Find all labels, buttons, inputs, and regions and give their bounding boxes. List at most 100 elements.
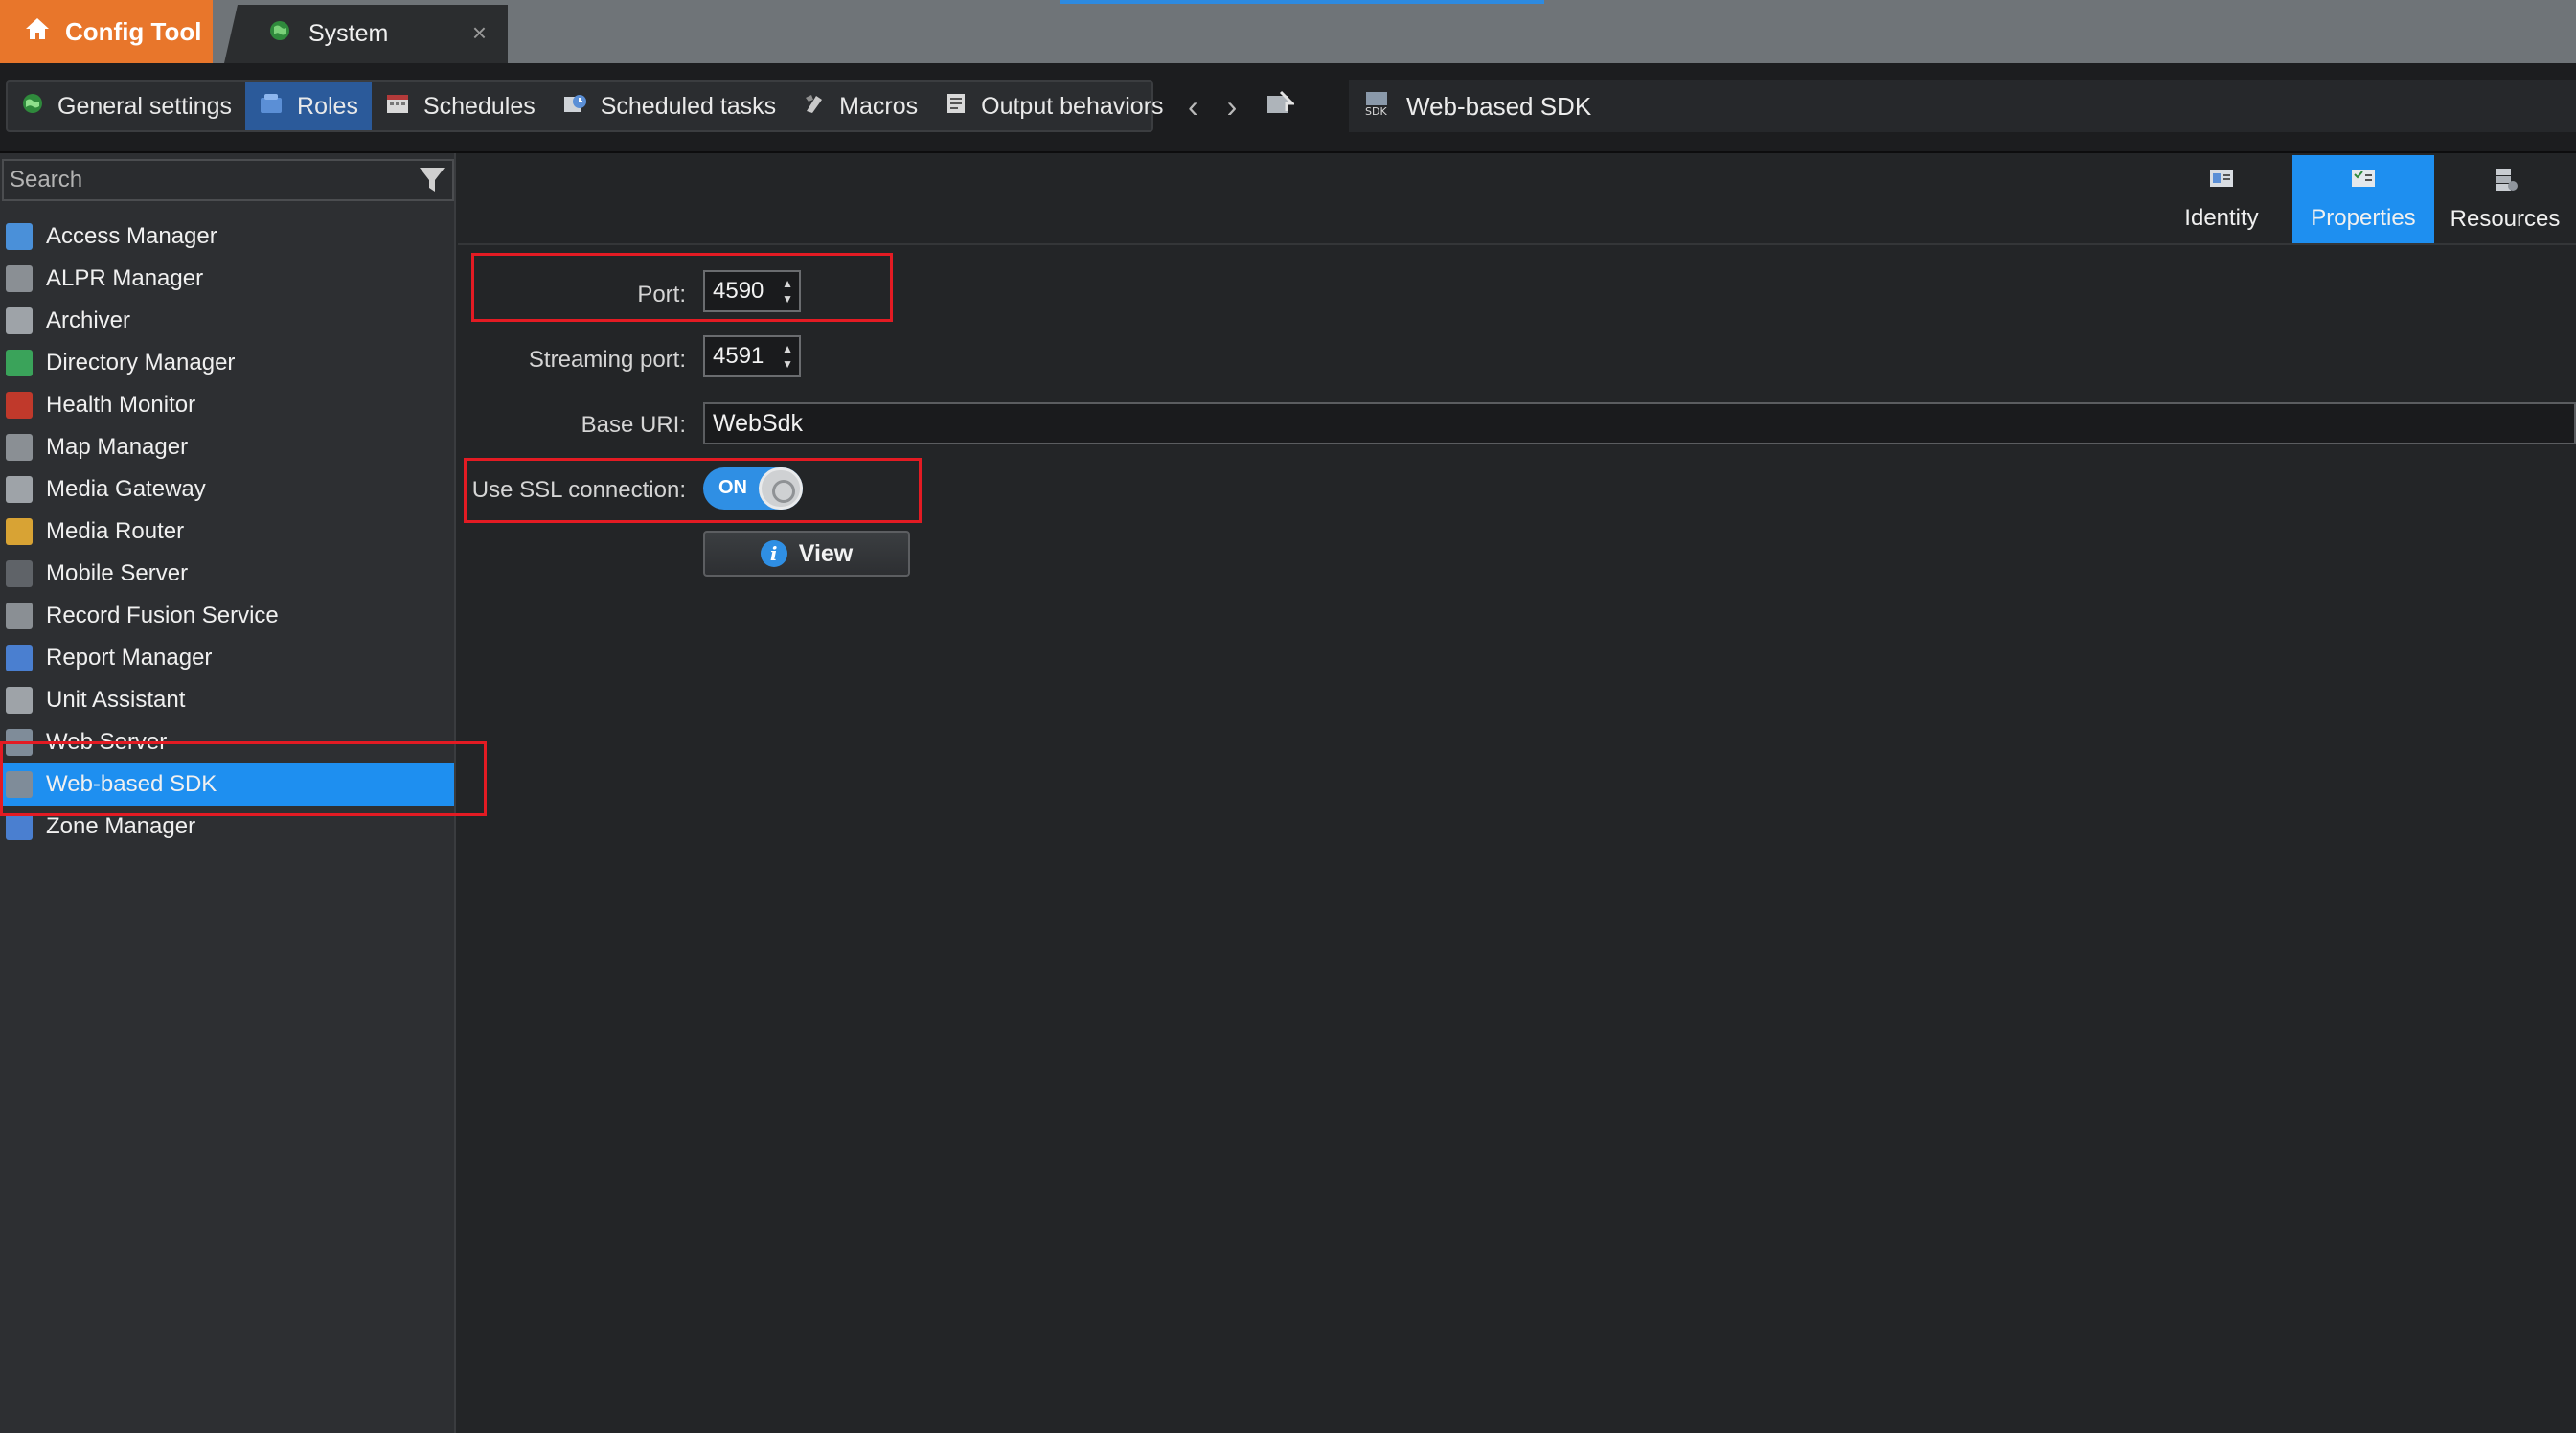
window-tab-strip: Config Tool System × <box>0 0 2576 63</box>
task-general-settings[interactable]: General settings <box>8 82 245 130</box>
view-button[interactable]: i View <box>703 531 910 577</box>
router-icon <box>6 518 33 545</box>
sdk-item-highlight-box <box>0 741 487 816</box>
properties-icon <box>2350 168 2377 197</box>
sidebar-item-report-manager[interactable]: Report Manager <box>0 637 456 679</box>
sidebar-item-access-manager[interactable]: Access Manager <box>0 216 456 258</box>
sidebar-item-label: Directory Manager <box>46 350 236 375</box>
tab-accent-bar <box>1060 0 1544 4</box>
map-icon <box>6 434 33 461</box>
sidebar-item-label: Health Monitor <box>46 392 196 418</box>
streaming-port-label: Streaming port: <box>528 347 686 373</box>
search-placeholder: Search <box>10 167 83 193</box>
report-icon <box>6 645 33 671</box>
mobile-icon <box>6 560 33 587</box>
fusion-icon <box>6 603 33 629</box>
port-highlight-box <box>471 253 893 322</box>
sidebar-item-map-manager[interactable]: Map Manager <box>0 426 456 468</box>
task-roles[interactable]: Roles <box>245 82 372 130</box>
tab-label: Properties <box>2311 204 2416 231</box>
navigation-arrows: ‹ › <box>1188 88 1296 125</box>
streaming-port-value: 4591 <box>713 343 764 369</box>
globe-icon <box>21 92 44 122</box>
sidebar-item-alpr-manager[interactable]: ALPR Manager <box>0 258 456 300</box>
info-icon: i <box>760 540 787 567</box>
access-manager-icon <box>6 223 33 250</box>
sidebar-item-directory-manager[interactable]: Directory Manager <box>0 342 456 384</box>
macro-icon <box>803 92 826 122</box>
sidebar-item-label: Report Manager <box>46 645 213 671</box>
sidebar-item-label: Unit Assistant <box>46 687 186 713</box>
sidebar-item-mobile-server[interactable]: Mobile Server <box>0 553 456 595</box>
view-button-label: View <box>798 539 854 567</box>
task-macros[interactable]: Macros <box>789 82 931 130</box>
base-uri-field[interactable]: WebSdk <box>703 402 2576 444</box>
search-input[interactable]: Search <box>2 159 454 201</box>
task-label: Roles <box>297 92 358 120</box>
sidebar-item-health-monitor[interactable]: Health Monitor <box>0 384 456 426</box>
tab-properties[interactable]: Properties <box>2292 155 2434 243</box>
page-tabs: Identity Properties Resources <box>2151 155 2576 243</box>
tab-resources[interactable]: Resources <box>2434 155 2576 243</box>
sidebar-item-label: Media Gateway <box>46 476 206 502</box>
streaming-port-stepper[interactable]: 4591 ▲ ▼ <box>703 335 801 377</box>
sidebar-item-label: Archiver <box>46 307 131 333</box>
ssl-highlight-box <box>464 458 922 523</box>
panel-divider <box>458 243 2576 245</box>
task-label: General settings <box>57 92 233 120</box>
sidebar-item-label: Record Fusion Service <box>46 603 279 628</box>
sidebar-item-label: Map Manager <box>46 434 189 460</box>
task-label: Scheduled tasks <box>600 92 777 120</box>
sidebar-item-record-fusion-service[interactable]: Record Fusion Service <box>0 595 456 637</box>
sidebar-item-archiver[interactable]: Archiver <box>0 300 456 342</box>
sidebar-item-unit-assistant[interactable]: Unit Assistant <box>0 679 456 721</box>
task-label: Output behaviors <box>981 92 1164 120</box>
forward-arrow-icon[interactable]: › <box>1227 88 1238 125</box>
task-label: Schedules <box>422 92 536 120</box>
task-schedules[interactable]: Schedules <box>372 82 549 130</box>
task-scheduled-tasks[interactable]: Scheduled tasks <box>549 82 789 130</box>
sidebar-item-label: Mobile Server <box>46 560 189 586</box>
resources-icon <box>2492 167 2519 198</box>
zone-icon <box>6 813 33 840</box>
alpr-icon <box>6 265 33 292</box>
svg-text:SDK: SDK <box>1365 105 1387 117</box>
identity-icon <box>2208 168 2235 197</box>
properties-panel: Identity Properties Resources Port: 4590… <box>458 153 2576 1433</box>
config-tool-tab[interactable]: Config Tool <box>0 0 213 63</box>
sidebar-item-label: Access Manager <box>46 223 217 249</box>
breadcrumb: SDK Web-based SDK <box>1349 80 2576 132</box>
task-output-behaviors[interactable]: Output behaviors <box>931 82 1176 130</box>
breadcrumb-label: Web-based SDK <box>1406 91 1592 121</box>
pin-icon[interactable] <box>1265 88 1296 125</box>
clock-task-icon <box>562 92 587 122</box>
globe-icon <box>268 19 291 49</box>
sidebar-item-media-router[interactable]: Media Router <box>0 511 456 553</box>
home-icon <box>25 17 50 47</box>
directory-icon <box>6 350 33 376</box>
sidebar-item-label: Zone Manager <box>46 813 196 839</box>
stepper-arrows-icon[interactable]: ▲ ▼ <box>782 341 793 372</box>
health-icon <box>6 392 33 419</box>
base-uri-value: WebSdk <box>713 409 804 437</box>
tab-label: Identity <box>2184 204 2259 231</box>
gateway-icon <box>6 476 33 503</box>
calendar-icon <box>385 92 410 122</box>
sdk-icon: SDK <box>1362 90 1391 124</box>
sidebar-item-label: ALPR Manager <box>46 265 204 291</box>
tab-label: Resources <box>2450 205 2561 232</box>
back-arrow-icon[interactable]: ‹ <box>1188 88 1198 125</box>
tab-identity[interactable]: Identity <box>2151 155 2292 243</box>
system-tab[interactable]: System × <box>224 5 508 63</box>
sidebar-item-media-gateway[interactable]: Media Gateway <box>0 468 456 511</box>
config-tool-label: Config Tool <box>65 16 202 46</box>
close-tab-icon[interactable]: × <box>472 18 487 48</box>
assistant-icon <box>6 687 33 714</box>
output-icon <box>945 92 968 122</box>
task-toolbar: General settings Roles Schedules Schedul… <box>0 63 2576 153</box>
sidebar-item-label: Media Router <box>46 518 185 544</box>
archiver-icon <box>6 307 33 334</box>
filter-icon[interactable] <box>418 165 446 195</box>
base-uri-label: Base URI: <box>581 412 686 438</box>
roles-icon <box>259 92 284 122</box>
